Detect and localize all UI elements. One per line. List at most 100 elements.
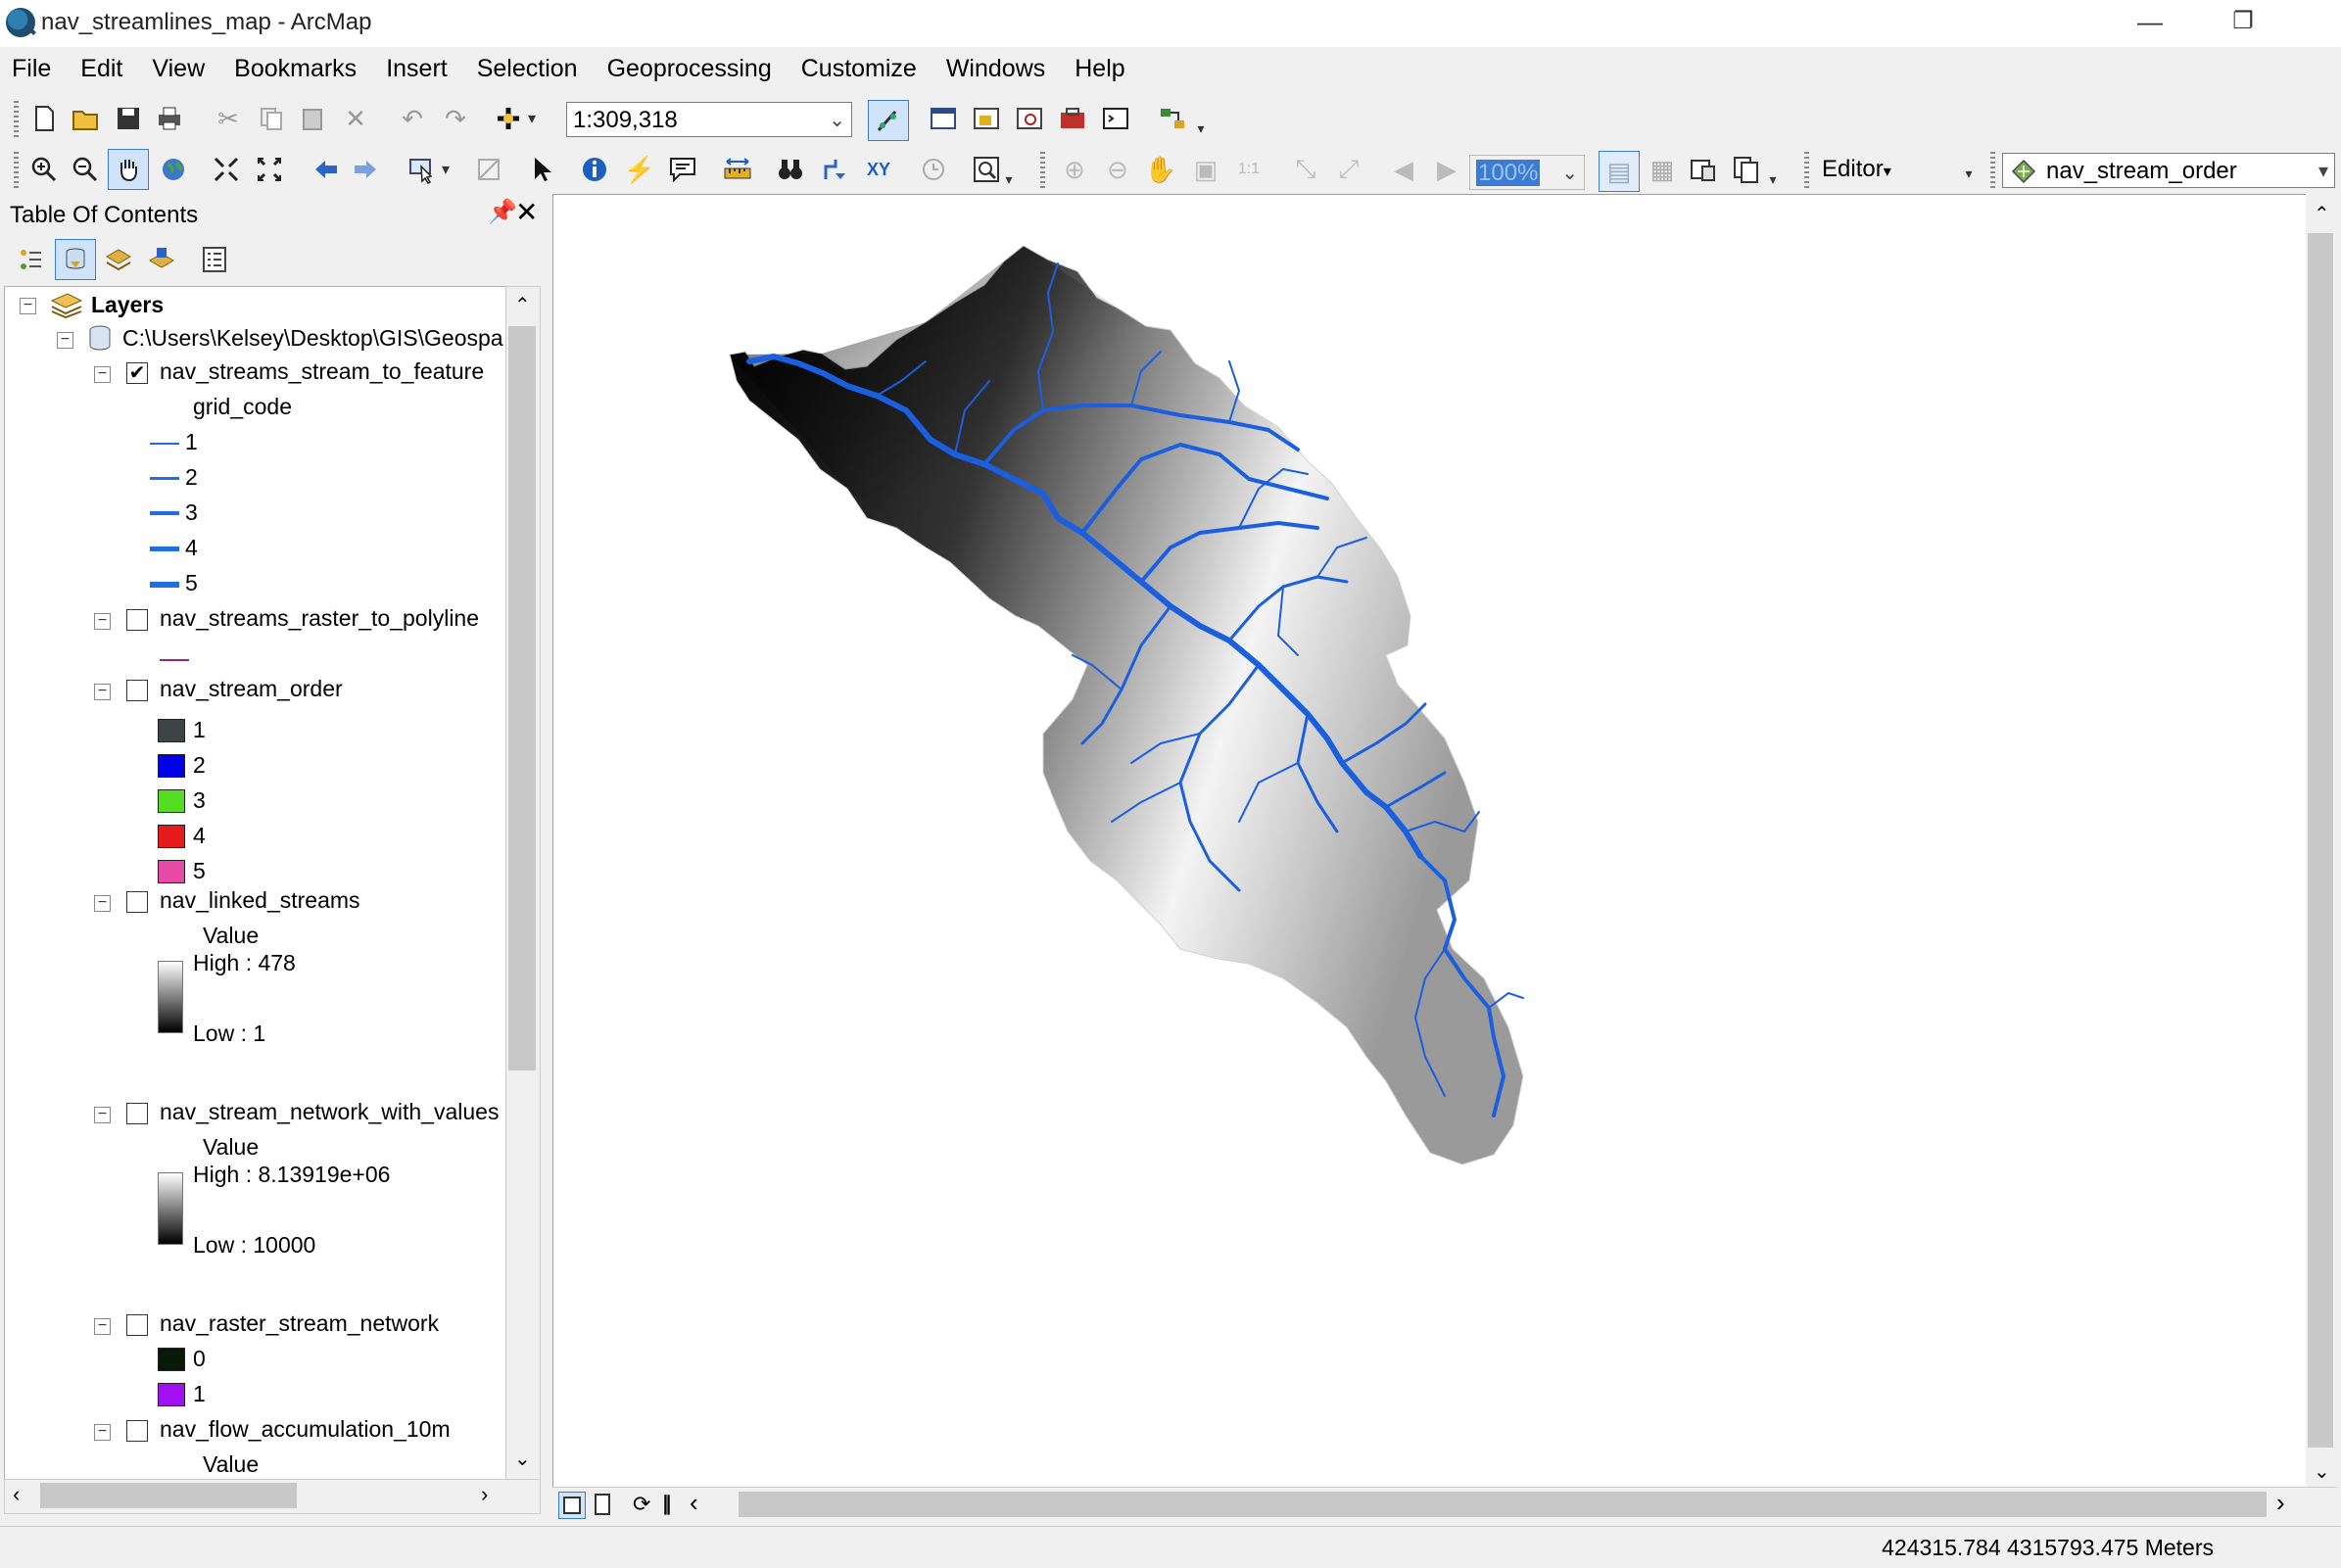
map-vertical-scrollbar[interactable]: ⌃ ⌄ [2306, 194, 2337, 1487]
data-driven-pages-icon[interactable] [1730, 153, 1763, 186]
collapse-icon[interactable]: − [94, 1318, 111, 1335]
refresh-icon[interactable]: ⟳ [633, 1492, 650, 1517]
clear-selection-icon[interactable] [472, 153, 505, 186]
toolbar-options-icon[interactable]: ▾ [1961, 157, 1977, 190]
collapse-icon[interactable]: − [94, 613, 111, 630]
add-data-icon[interactable] [492, 102, 525, 135]
model-builder-icon[interactable] [1156, 102, 1189, 135]
new-document-icon[interactable] [27, 102, 61, 135]
line-symbol[interactable] [150, 511, 179, 515]
menu-geoprocessing[interactable]: Geoprocessing [593, 49, 787, 89]
target-layer-combo[interactable]: nav_stream_order ▾ [2002, 153, 2335, 188]
scroll-down-icon[interactable]: ⌄ [2314, 1459, 2330, 1484]
layer-visibility-checkbox[interactable] [126, 1103, 148, 1124]
color-ramp[interactable] [158, 961, 183, 1033]
layer-visibility-checkbox[interactable] [126, 891, 148, 913]
layer-visibility-checkbox[interactable] [126, 1314, 148, 1336]
datasource-path[interactable]: C:\Users\Kelsey\Desktop\GIS\Geospa [122, 320, 503, 356]
scroll-thumb[interactable] [40, 1483, 297, 1508]
menu-edit[interactable]: Edit [66, 49, 137, 89]
collapse-icon[interactable]: − [57, 332, 73, 349]
collapse-icon[interactable]: − [94, 684, 111, 700]
add-data-dropdown-icon[interactable]: ▾ [523, 102, 541, 135]
layer-name[interactable]: nav_flow_accumulation_10m [160, 1411, 451, 1447]
minimize-button[interactable]: — [2116, 0, 2184, 43]
editor-menu[interactable]: Editor▾ [1822, 153, 1891, 189]
layers-root[interactable]: Layers [91, 287, 164, 322]
toolbar-options-icon[interactable]: ▾ [1193, 112, 1209, 145]
editor-toolbar-icon[interactable] [868, 100, 909, 141]
color-swatch[interactable] [158, 1348, 185, 1371]
toolbar-grip[interactable] [1990, 152, 1995, 189]
zoom-out-icon[interactable] [69, 153, 102, 186]
list-by-visibility-icon[interactable] [102, 243, 135, 276]
toc-vertical-scrollbar[interactable]: ⌃ ⌄ [505, 286, 541, 1481]
zoom-in-icon[interactable] [27, 153, 61, 186]
identify-icon[interactable] [578, 153, 611, 186]
menu-bookmarks[interactable]: Bookmarks [219, 49, 371, 89]
color-swatch[interactable] [158, 860, 185, 883]
create-viewer-window-icon[interactable] [970, 153, 1003, 186]
layout-zoom-combo[interactable]: 100% ⌄ [1469, 155, 1585, 190]
search-window-icon[interactable] [1013, 102, 1046, 135]
toolbar-grip[interactable] [1040, 152, 1045, 189]
toolbar-grip[interactable] [14, 152, 19, 189]
scroll-right-icon[interactable]: › [2276, 1488, 2285, 1518]
collapse-icon[interactable]: − [94, 1424, 111, 1441]
layout-forward-icon[interactable]: ▶ [1430, 153, 1463, 186]
time-slider-icon[interactable] [917, 153, 950, 186]
save-icon[interactable] [112, 102, 145, 135]
paste-icon[interactable] [296, 102, 329, 135]
collapse-icon[interactable]: − [94, 895, 111, 912]
color-ramp[interactable] [158, 1172, 183, 1245]
map-horizontal-scroll-thumb[interactable] [739, 1492, 2267, 1517]
undo-icon[interactable]: ↶ [396, 102, 429, 135]
find-binoculars-icon[interactable] [774, 153, 807, 186]
scroll-thumb[interactable] [508, 326, 536, 1070]
line-symbol[interactable] [150, 443, 179, 445]
select-features-icon[interactable] [406, 153, 439, 186]
find-route-icon[interactable] [819, 153, 852, 186]
menu-help[interactable]: Help [1060, 49, 1139, 89]
scroll-left-icon[interactable]: ‹ [690, 1488, 698, 1518]
toolbar-grip[interactable] [1804, 152, 1809, 189]
toc-options-icon[interactable] [198, 243, 231, 276]
color-swatch[interactable] [158, 754, 185, 778]
pause-drawing-icon[interactable]: ∥ [662, 1492, 672, 1516]
close-icon[interactable]: ✕ [515, 196, 538, 228]
go-to-xy-icon[interactable]: XY [862, 153, 895, 186]
delete-icon[interactable]: ✕ [339, 102, 372, 135]
color-swatch[interactable] [158, 719, 185, 742]
table-of-contents-icon[interactable] [927, 102, 960, 135]
line-symbol[interactable] [160, 659, 189, 661]
line-symbol[interactable] [150, 582, 179, 588]
line-symbol[interactable] [150, 546, 179, 551]
map-scale-combo[interactable]: 1:309,318 ⌄ [566, 102, 852, 137]
layer-name[interactable]: nav_raster_stream_network [160, 1306, 439, 1341]
back-extent-icon[interactable] [310, 153, 343, 186]
collapse-icon[interactable]: − [20, 298, 36, 314]
toolbar-grip[interactable] [14, 101, 19, 138]
layer-name[interactable]: nav_streams_stream_to_feature [160, 354, 484, 389]
layer-name[interactable]: nav_stream_order [160, 671, 343, 706]
print-icon[interactable] [153, 102, 186, 135]
layer-name[interactable]: nav_linked_streams [160, 882, 360, 918]
line-symbol[interactable] [150, 477, 179, 480]
layout-zoom-out-icon[interactable]: ⊖ [1101, 153, 1134, 186]
toolbar-options-icon[interactable]: ▾ [1765, 163, 1781, 196]
layer-visibility-checkbox[interactable] [126, 609, 148, 631]
scroll-thumb[interactable] [2308, 233, 2333, 1448]
zoom-100-percent-icon[interactable]: 1:1 [1232, 153, 1266, 186]
redo-icon[interactable]: ↷ [439, 102, 472, 135]
scroll-right-icon[interactable]: › [481, 1482, 488, 1507]
scroll-left-icon[interactable]: ‹ [13, 1482, 20, 1507]
toggle-draft-mode-icon[interactable]: ▤ [1599, 151, 1640, 192]
full-extent-globe-icon[interactable] [157, 153, 190, 186]
open-folder-icon[interactable] [69, 102, 102, 135]
toolbar-options-icon[interactable]: ▾ [1001, 163, 1017, 196]
copy-icon[interactable] [255, 102, 288, 135]
layer-visibility-checkbox[interactable] [126, 1420, 148, 1442]
collapse-icon[interactable]: − [94, 366, 111, 383]
layout-pan-icon[interactable]: ✋ [1144, 153, 1177, 186]
hyperlink-icon[interactable]: ⚡ [623, 153, 656, 186]
